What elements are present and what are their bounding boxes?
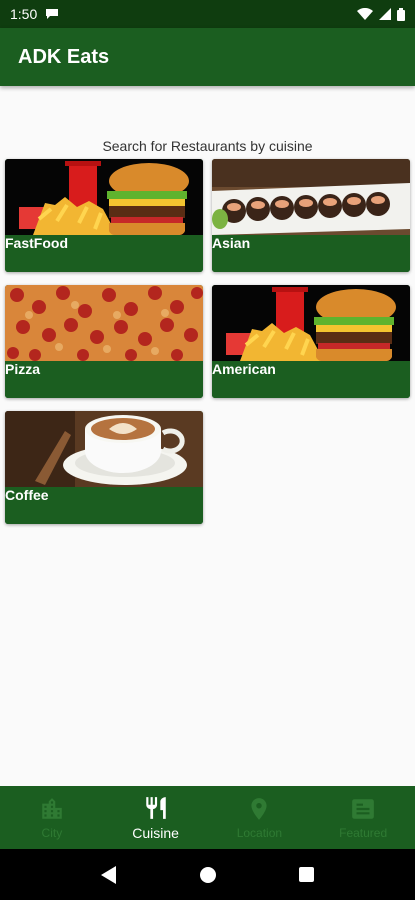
app-bar: ADK Eats bbox=[0, 28, 415, 86]
featured-icon bbox=[352, 798, 374, 819]
nav-label: City bbox=[41, 825, 63, 840]
wifi-icon bbox=[357, 8, 373, 20]
cuisine-card-asian[interactable]: Asian bbox=[212, 159, 410, 272]
recents-icon[interactable] bbox=[298, 867, 314, 882]
cuisine-card-coffee[interactable]: Coffee bbox=[5, 411, 203, 524]
nav-item-featured[interactable]: Featured bbox=[311, 786, 415, 849]
signal-icon bbox=[379, 8, 391, 20]
city-icon bbox=[42, 797, 62, 819]
nav-label: Featured bbox=[339, 825, 388, 840]
cuisine-card-american[interactable]: American bbox=[212, 285, 410, 398]
pizza-image bbox=[5, 285, 203, 361]
fastfood-image bbox=[5, 159, 203, 235]
coffee-image bbox=[5, 411, 203, 487]
cuisine-label: Pizza bbox=[5, 361, 41, 377]
nav-label: Cuisine bbox=[132, 824, 179, 841]
cuisine-label: Coffee bbox=[5, 487, 49, 503]
asian-sushi-image bbox=[212, 159, 410, 235]
home-icon[interactable] bbox=[199, 866, 216, 883]
cuisine-card-fastfood[interactable]: FastFood bbox=[5, 159, 203, 272]
bottom-navigation: City Cuisine Location Featured bbox=[0, 786, 415, 849]
battery-icon bbox=[397, 7, 405, 21]
utensils-icon bbox=[145, 796, 166, 819]
nav-item-cuisine[interactable]: Cuisine bbox=[104, 786, 208, 849]
app-title: ADK Eats bbox=[18, 45, 110, 68]
cuisine-label: American bbox=[212, 361, 276, 377]
status-time: 1:50 bbox=[10, 6, 38, 22]
location-pin-icon bbox=[251, 797, 267, 820]
status-bar: 1:50 bbox=[0, 0, 415, 28]
cuisine-card-pizza[interactable]: Pizza bbox=[5, 285, 203, 398]
nav-label: Location bbox=[236, 825, 283, 840]
nav-item-location[interactable]: Location bbox=[208, 786, 312, 849]
cuisine-label: FastFood bbox=[5, 235, 68, 251]
message-notification-icon bbox=[46, 9, 59, 19]
cuisine-label: Asian bbox=[212, 235, 251, 251]
system-navigation-bar bbox=[0, 849, 415, 900]
nav-item-city[interactable]: City bbox=[0, 786, 104, 849]
american-burger-image bbox=[212, 285, 410, 361]
back-icon[interactable] bbox=[101, 865, 117, 884]
cuisine-search-subtitle: Search for Restaurants by cuisine bbox=[102, 138, 313, 154]
